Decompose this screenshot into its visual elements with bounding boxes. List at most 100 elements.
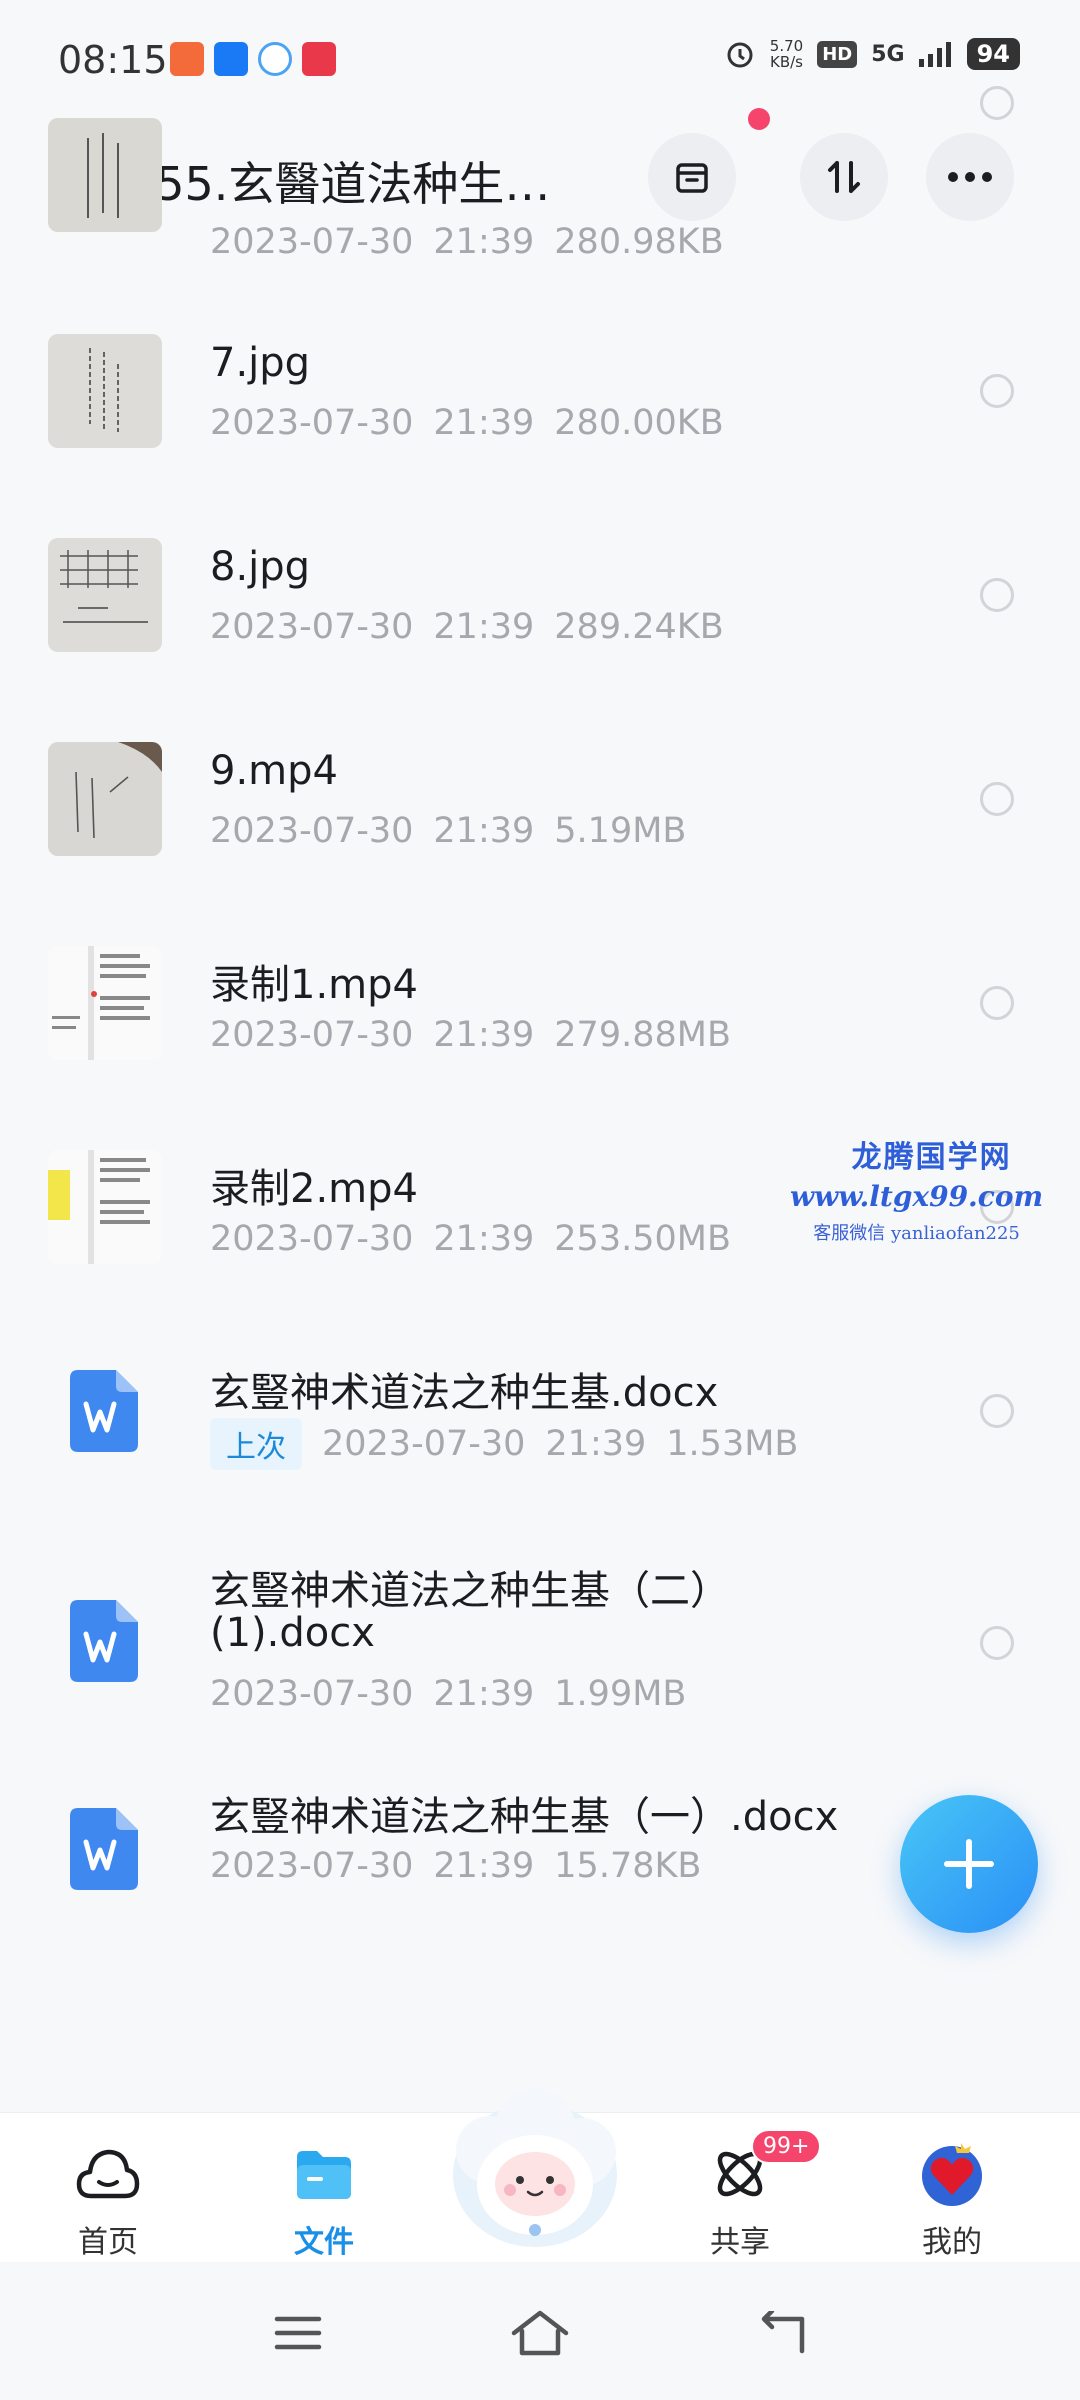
file-size: 1.53MB (666, 1424, 799, 1464)
file-meta: 上次 2023-07-30 21:39 1.53MB (210, 1418, 798, 1470)
file-size: 280.98KB (554, 222, 724, 262)
net-speed-value: 5.70 (769, 37, 804, 55)
battery-level: 94 (966, 38, 1020, 70)
file-row[interactable]: 8.jpg 2023-07-30 21:39 289.24KB (0, 504, 1080, 708)
watermark-site-name: 龙腾国学网 (851, 1140, 1012, 1175)
file-date: 2023-07-30 (210, 403, 414, 443)
file-time: 21:39 (433, 222, 535, 262)
shop-app-icon (302, 42, 336, 76)
file-size: 289.24KB (554, 607, 724, 647)
file-date: 2023-07-30 (210, 607, 414, 647)
nav-profile[interactable]: 我的 (862, 2113, 1042, 2263)
file-meta: 2023-07-30 21:39 5.19MB (210, 811, 686, 851)
file-row[interactable]: 录制1.mp4 2023-07-30 21:39 279.88MB (0, 912, 1080, 1116)
select-circle[interactable] (980, 578, 1014, 612)
nav-label: 首页 (78, 2225, 138, 2260)
file-name: 7.jpg (210, 340, 311, 386)
file-row[interactable]: 7.jpg 2023-07-30 21:39 280.00KB (0, 300, 1080, 504)
select-circle[interactable] (980, 782, 1014, 816)
file-meta: 2023-07-30 21:39 280.00KB (210, 403, 724, 443)
file-row[interactable]: 玄豎神术道法之种生基（二） (1).docx 2023-07-30 21:39 … (0, 1524, 1080, 1764)
signal-bars-icon (918, 42, 951, 67)
file-date: 2023-07-30 (210, 1015, 414, 1055)
nav-label: 文件 (294, 2225, 354, 2260)
select-circle[interactable] (980, 1394, 1014, 1428)
file-meta: 2023-07-30 21:39 15.78KB (210, 1846, 701, 1886)
file-row[interactable]: 玄豎神术道法之种生基.docx 上次 2023-07-30 21:39 1.53… (0, 1320, 1080, 1524)
menu-button[interactable] (258, 2298, 338, 2368)
word-doc-icon (70, 1808, 138, 1890)
nav-share[interactable]: 99+ 共享 (650, 2113, 830, 2263)
file-name: 玄豎神术道法之种生基（二） (210, 1568, 730, 1614)
file-size: 1.99MB (554, 1674, 687, 1714)
file-meta: 2023-07-30 21:39 289.24KB (210, 607, 724, 647)
file-size: 15.78KB (554, 1846, 702, 1886)
file-time: 21:39 (433, 1219, 535, 1259)
select-circle[interactable] (980, 86, 1014, 120)
select-circle[interactable] (980, 1626, 1014, 1660)
mascot-icon[interactable] (440, 2080, 630, 2250)
file-size: 5.19MB (554, 811, 687, 851)
file-time: 21:39 (433, 811, 535, 851)
file-name: 玄豎神术道法之种生基（一）.docx (210, 1794, 839, 1840)
word-doc-icon (70, 1600, 138, 1682)
file-time: 21:39 (433, 403, 535, 443)
file-name: 玄豎神术道法之种生基.docx (210, 1370, 719, 1416)
nav-files[interactable]: 文件 (234, 2113, 414, 2263)
hd-badge: HD (817, 40, 858, 68)
file-size: 279.88MB (554, 1015, 731, 1055)
file-size: 253.50MB (554, 1219, 731, 1259)
file-time: 21:39 (433, 1015, 535, 1055)
file-thumbnail (48, 538, 162, 652)
last-opened-tag: 上次 (210, 1418, 302, 1470)
file-meta: 2023-07-30 21:39 280.98KB (210, 222, 724, 262)
home-button[interactable] (500, 2298, 580, 2368)
file-name-continued: (1).docx (210, 1610, 375, 1656)
watermark-url: www.ltgx99.com (790, 1180, 1044, 1213)
file-name: 8.jpg (210, 544, 311, 590)
file-thumbnail (48, 118, 162, 232)
word-doc-icon (70, 1370, 138, 1452)
file-thumbnail (48, 946, 162, 1060)
alarm-icon (727, 42, 753, 68)
menu-icon (274, 2316, 322, 2350)
file-thumbnail (48, 1150, 162, 1264)
home-icon (511, 2310, 569, 2356)
cloud-app-icon (258, 42, 292, 76)
file-name: 录制1.mp4 (210, 962, 418, 1008)
file-name: 9.mp4 (210, 748, 338, 794)
avatar-icon (917, 2139, 987, 2209)
add-button[interactable] (900, 1795, 1038, 1933)
notification-icons (170, 42, 336, 76)
watermark-contact: 客服微信 yanliaofan225 (813, 1223, 1020, 1244)
system-navigation (0, 2262, 1080, 2400)
select-circle[interactable] (980, 374, 1014, 408)
nav-home[interactable]: 首页 (18, 2113, 198, 2263)
file-time: 21:39 (433, 1674, 535, 1714)
file-date: 2023-07-30 (210, 1674, 414, 1714)
select-circle[interactable] (980, 986, 1014, 1020)
file-date: 2023-07-30 (322, 1424, 526, 1464)
back-button[interactable] (742, 2298, 822, 2368)
file-date: 2023-07-30 (210, 811, 414, 851)
file-time: 21:39 (433, 607, 535, 647)
file-meta: 2023-07-30 21:39 253.50MB (210, 1219, 731, 1259)
file-size: 280.00KB (554, 403, 724, 443)
file-row[interactable]: 9.mp4 2023-07-30 21:39 5.19MB (0, 708, 1080, 912)
file-thumbnail (48, 742, 162, 856)
file-name: 录制2.mp4 (210, 1166, 418, 1212)
cloud-icon (73, 2139, 143, 2209)
file-row[interactable]: 2023-07-30 21:39 280.98KB (0, 86, 1080, 300)
plus-icon (944, 1839, 994, 1889)
file-meta: 2023-07-30 21:39 1.99MB (210, 1674, 686, 1714)
watermark: 龙腾国学网 www.ltgx99.com 客服微信 yanliaofan225 (790, 1132, 1043, 1245)
file-time: 21:39 (433, 1846, 535, 1886)
signal-indicator: 5G (871, 41, 905, 67)
nav-label: 我的 (922, 2225, 982, 2260)
app-notification-icon (170, 42, 204, 76)
file-thumbnail (48, 334, 162, 448)
net-speed-unit: KB/s (770, 53, 803, 71)
file-date: 2023-07-30 (210, 1846, 414, 1886)
file-date: 2023-07-30 (210, 222, 414, 262)
share-badge: 99+ (751, 2129, 822, 2164)
